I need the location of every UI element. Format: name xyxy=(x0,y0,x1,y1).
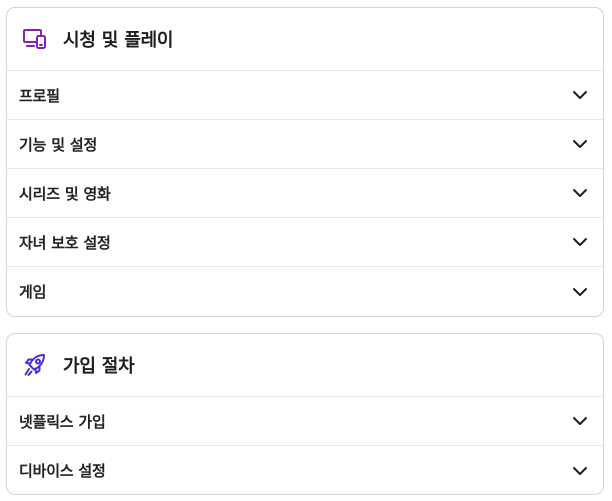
chevron-down-icon[interactable] xyxy=(572,188,588,198)
accordion-item-label: 넷플릭스 가입 xyxy=(19,412,106,431)
section-title: 시청 및 플레이 xyxy=(63,30,174,51)
section-header: 시청 및 플레이 xyxy=(7,8,603,71)
accordion-item-device-setup[interactable]: 디바이스 설정 xyxy=(7,446,603,495)
accordion-item-parental-controls[interactable]: 자녀 보호 설정 xyxy=(7,218,603,267)
accordion-item-label: 디바이스 설정 xyxy=(19,462,106,480)
section-title: 가입 절차 xyxy=(63,356,135,377)
accordion-item-label: 기능 및 설정 xyxy=(19,135,98,154)
accordion-item-label: 프로필 xyxy=(19,86,60,105)
devices-icon xyxy=(22,26,48,52)
chevron-down-icon[interactable] xyxy=(572,237,588,247)
chevron-down-icon[interactable] xyxy=(572,416,588,426)
accordion-item-features-settings[interactable]: 기능 및 설정 xyxy=(7,120,603,169)
accordion-item-netflix-signup[interactable]: 넷플릭스 가입 xyxy=(7,397,603,446)
chevron-down-icon[interactable] xyxy=(572,90,588,100)
section-getting-started: 가입 절차 넷플릭스 가입 디바이스 설정 xyxy=(6,333,604,495)
chevron-down-icon[interactable] xyxy=(572,466,588,476)
accordion-item-profiles[interactable]: 프로필 xyxy=(7,71,603,120)
accordion-item-series-movies[interactable]: 시리즈 및 영화 xyxy=(7,169,603,218)
accordion-item-label: 시리즈 및 영화 xyxy=(19,184,111,203)
accordion-item-label: 자녀 보호 설정 xyxy=(19,233,111,252)
chevron-down-icon[interactable] xyxy=(572,139,588,149)
section-header: 가입 절차 xyxy=(7,334,603,397)
accordion-item-games[interactable]: 게임 xyxy=(7,267,603,316)
accordion-item-label: 게임 xyxy=(19,283,47,301)
section-watching-playing: 시청 및 플레이 프로필 기능 및 설정 시리즈 및 영화 자녀 보호 설정 게… xyxy=(6,7,604,317)
chevron-down-icon[interactable] xyxy=(572,287,588,297)
rocket-icon xyxy=(22,352,48,378)
